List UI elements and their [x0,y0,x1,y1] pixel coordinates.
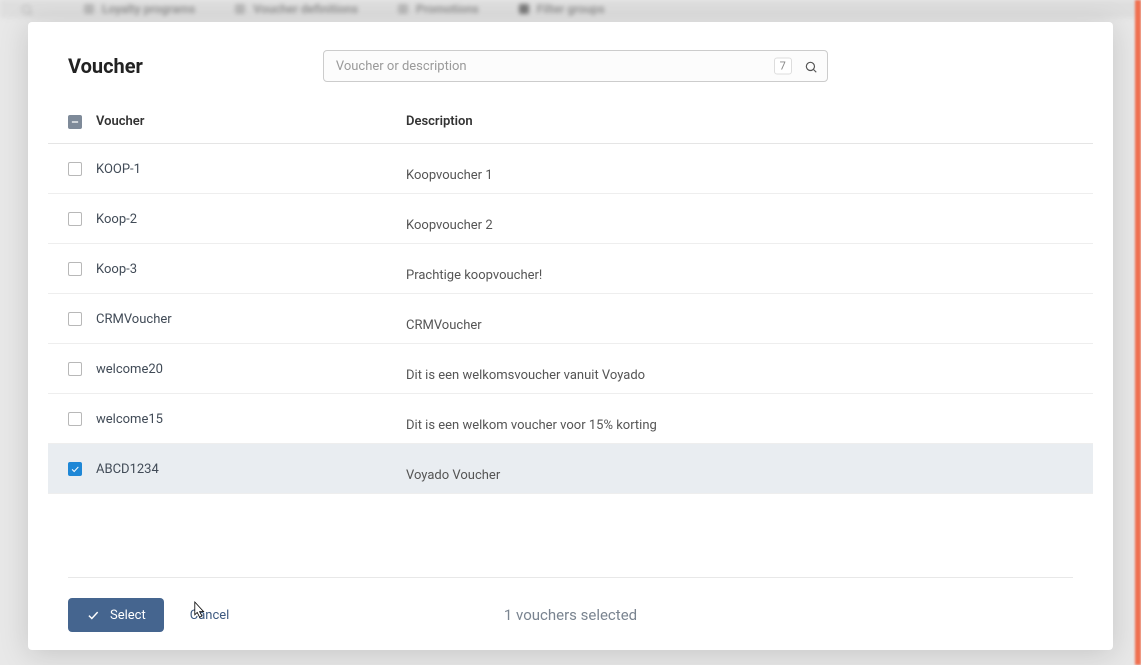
tab-label: Loyalty programs [102,2,195,16]
row-description-label: Dit is een welkomsvoucher vanuit Voyado [406,354,1093,383]
row-voucher-label: Koop-2 [96,211,406,227]
cancel-button[interactable]: Cancel [190,608,230,623]
row-description-label: Dit is een welkom voucher voor 15% korti… [406,404,1093,433]
row-checkbox[interactable] [68,362,82,376]
row-voucher-label: welcome15 [96,411,406,427]
row-voucher-label: ABCD1234 [96,461,406,477]
table-row[interactable]: welcome20Dit is een welkomsvoucher vanui… [48,344,1093,394]
search-count: 7 [774,58,792,75]
tab-voucher-definitions[interactable]: Voucher definitions [215,2,378,16]
select-button-label: Select [110,608,146,623]
modal-header: Voucher 7 [28,22,1113,100]
voucher-modal: Voucher 7 Voucher Description KOOP-1Koop… [28,22,1113,650]
table-row[interactable]: Koop-3Prachtige koopvoucher! [48,244,1093,294]
row-voucher-label: Koop-3 [96,261,406,277]
table-row[interactable]: Koop-2Koopvoucher 2 [48,194,1093,244]
row-description-label: Voyado Voucher [406,454,1093,483]
search-icon[interactable] [804,59,818,73]
col-header-description[interactable]: Description [406,114,1093,129]
table-row[interactable]: welcome15Dit is een welkom voucher voor … [48,394,1093,444]
col-header-voucher[interactable]: Voucher [96,114,406,129]
voucher-table: Voucher Description KOOP-1Koopvoucher 1K… [28,100,1113,577]
row-checkbox[interactable] [68,462,82,476]
modal-title: Voucher [68,54,143,78]
search-input[interactable] [323,50,828,82]
table-row[interactable]: ABCD1234Voyado Voucher [48,444,1093,494]
table-row[interactable]: CRMVoucherCRMVoucher [48,294,1093,344]
row-checkbox[interactable] [68,262,82,276]
row-checkbox[interactable] [68,212,82,226]
check-icon [86,608,100,622]
modal-footer: Select Cancel 1 vouchers selected [68,577,1073,650]
tab-label: Voucher definitions [253,2,358,16]
selection-status: 1 vouchers selected [504,606,637,624]
tab-filter-groups[interactable]: Filter groups [499,2,625,16]
tab-loyalty[interactable]: Loyalty programs [64,2,215,16]
row-voucher-label: welcome20 [96,361,406,377]
row-voucher-label: CRMVoucher [96,311,406,327]
background-tabs: Loyalty programs Voucher definitions Pro… [0,0,1141,18]
row-voucher-label: KOOP-1 [96,161,406,177]
row-checkbox[interactable] [68,162,82,176]
row-description-label: CRMVoucher [406,304,1093,333]
sidebar-indicator [1135,0,1141,665]
row-checkbox[interactable] [68,312,82,326]
row-description-label: Koopvoucher 1 [406,154,1093,183]
select-all-checkbox[interactable] [68,115,82,129]
select-button[interactable]: Select [68,598,164,632]
table-row[interactable]: KOOP-1Koopvoucher 1 [48,144,1093,194]
tab-label: Promotions [416,2,479,16]
row-checkbox[interactable] [68,412,82,426]
table-head: Voucher Description [48,100,1093,144]
search-icon [20,2,34,16]
search-wrap: 7 [323,50,828,82]
row-description-label: Koopvoucher 2 [406,204,1093,233]
row-description-label: Prachtige koopvoucher! [406,254,1093,283]
tab-label: Filter groups [537,2,605,16]
tab-promotions[interactable]: Promotions [378,2,499,16]
